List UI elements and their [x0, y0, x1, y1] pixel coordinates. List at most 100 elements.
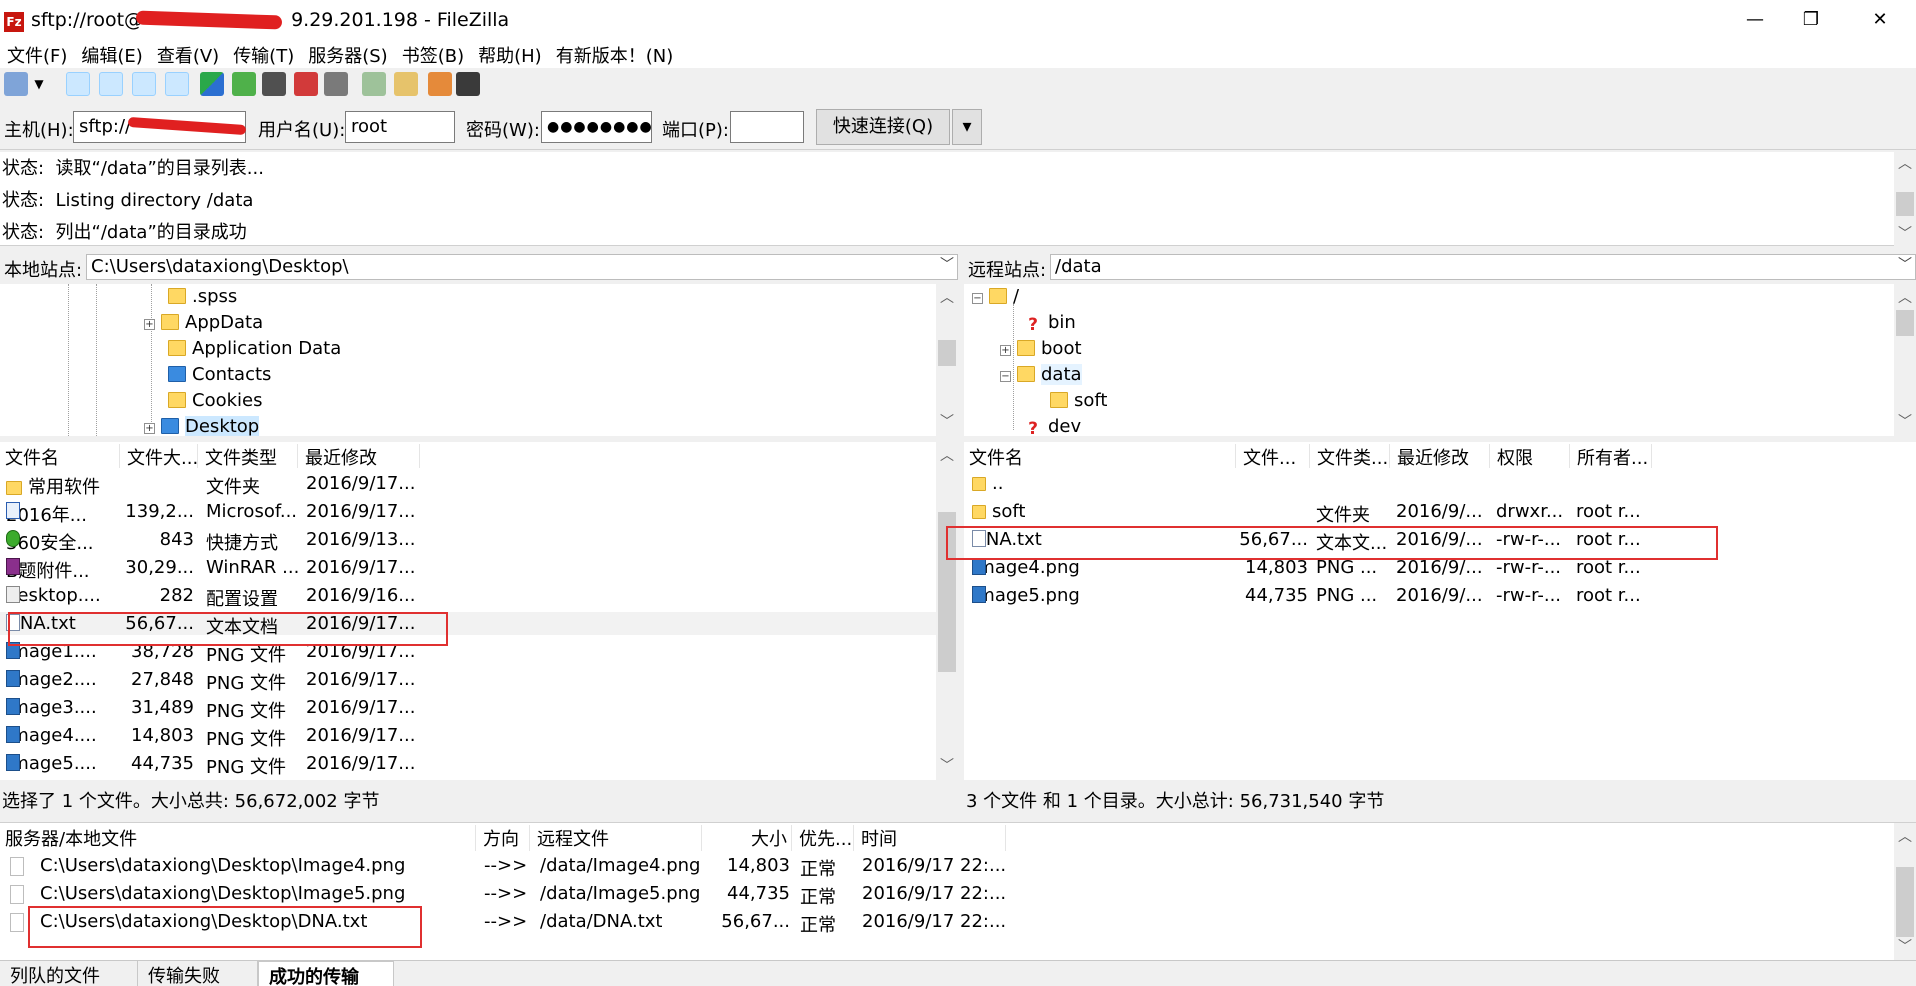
- compare-icon[interactable]: [394, 72, 418, 96]
- tab-queued-files[interactable]: 列队的文件: [0, 961, 138, 986]
- file-row[interactable]: Image3.... 31,489 PNG 文件 2016/9/17...: [0, 696, 958, 722]
- chevron-down-icon[interactable]: ﹀: [1898, 254, 1912, 274]
- menu-new-version[interactable]: 有新版本！(N): [549, 40, 681, 70]
- search-icon[interactable]: [456, 72, 480, 96]
- tree-item[interactable]: Cookies: [168, 390, 262, 411]
- remote-tree-scrollbar[interactable]: ︿ ﹀: [1894, 284, 1916, 436]
- file-row[interactable]: Image4.... 14,803 PNG 文件 2016/9/17...: [0, 724, 958, 750]
- file-row[interactable]: soft 文件夹 2016/9/... drwxr... root r...: [964, 500, 1916, 526]
- scroll-up-icon[interactable]: ︿: [1894, 827, 1916, 847]
- column-header-name[interactable]: 文件名: [964, 444, 1236, 468]
- toggle-local-tree-icon[interactable]: [99, 72, 123, 96]
- queue-scrollbar[interactable]: ︿ ﹀: [1894, 823, 1916, 961]
- site-manager-icon[interactable]: [4, 72, 28, 96]
- refresh-icon[interactable]: [200, 72, 224, 96]
- menu-file[interactable]: 文件(F): [0, 40, 74, 70]
- menu-bookmarks[interactable]: 书签(B): [395, 40, 471, 70]
- scroll-down-icon[interactable]: ﹀: [1894, 224, 1916, 244]
- collapse-icon[interactable]: −: [972, 293, 983, 304]
- tab-failed-transfers[interactable]: 传输失败: [138, 961, 258, 986]
- file-row[interactable]: 常用软件 文件夹 2016/9/17...: [0, 472, 958, 498]
- scroll-thumb[interactable]: [1896, 192, 1914, 216]
- column-header-type[interactable]: 文件类...: [1312, 444, 1390, 468]
- file-row[interactable]: 360安全... 843 快捷方式 2016/9/13...: [0, 528, 958, 554]
- quickconnect-dropdown-button[interactable]: ▾: [952, 109, 982, 145]
- collapse-icon[interactable]: −: [1000, 371, 1011, 382]
- process-queue-icon[interactable]: [232, 72, 256, 96]
- tree-item-data[interactable]: − data: [1000, 364, 1082, 385]
- tree-item[interactable]: .spss: [168, 286, 237, 307]
- toggle-remote-tree-icon[interactable]: [132, 72, 156, 96]
- cancel-icon[interactable]: [262, 72, 286, 96]
- file-row[interactable]: desktop.... 282 配置设置 2016/9/16...: [0, 584, 958, 610]
- tree-item[interactable]: − /: [972, 286, 1019, 307]
- minimize-button[interactable]: —: [1727, 0, 1783, 40]
- scroll-down-icon[interactable]: ﹀: [1894, 937, 1916, 957]
- file-row[interactable]: ..: [964, 472, 1916, 495]
- column-header-size[interactable]: 文件大...: [122, 444, 198, 468]
- column-header-modified[interactable]: 最近修改: [1392, 444, 1490, 468]
- tree-item[interactable]: + AppData: [144, 312, 263, 333]
- quickconnect-button[interactable]: 快速连接(Q): [816, 109, 950, 145]
- menu-server[interactable]: 服务器(S): [301, 40, 394, 70]
- menu-view[interactable]: 查看(V): [150, 40, 226, 70]
- menu-edit[interactable]: 编辑(E): [74, 40, 149, 70]
- directory-filter-icon[interactable]: [362, 72, 386, 96]
- tree-item[interactable]: + boot: [1000, 338, 1082, 359]
- scroll-up-icon[interactable]: ︿: [1894, 154, 1916, 174]
- tree-item[interactable]: ? dev: [1024, 416, 1081, 436]
- file-row[interactable]: Image5.png 44,735 PNG ... 2016/9/... -rw-r-.…: [964, 584, 1916, 607]
- toggle-queue-icon[interactable]: [165, 72, 189, 96]
- username-input[interactable]: root: [345, 111, 455, 143]
- scroll-thumb[interactable]: [1896, 310, 1914, 336]
- column-header-owner[interactable]: 所有者...: [1572, 444, 1652, 468]
- file-row[interactable]: Image5.... 44,735 PNG 文件 2016/9/17...: [0, 752, 958, 778]
- port-input[interactable]: [730, 111, 804, 143]
- scroll-down-icon[interactable]: ﹀: [936, 412, 958, 432]
- disconnect-icon[interactable]: [294, 72, 318, 96]
- expand-icon[interactable]: +: [144, 423, 155, 434]
- local-list-scrollbar[interactable]: ︿ ﹀: [936, 442, 958, 780]
- tree-item[interactable]: Contacts: [168, 364, 271, 385]
- file-row[interactable]: 2016年... 139,2... Microsof... 2016/9/17...: [0, 500, 958, 526]
- tree-item[interactable]: Application Data: [168, 338, 341, 359]
- scroll-up-icon[interactable]: ︿: [1894, 288, 1916, 308]
- log-scrollbar[interactable]: ︿ ﹀: [1894, 152, 1916, 246]
- column-header-priority[interactable]: 优先...: [794, 825, 854, 851]
- maximize-button[interactable]: ❐: [1783, 0, 1839, 40]
- column-header-remote-file[interactable]: 远程文件: [532, 825, 702, 851]
- column-header-type[interactable]: 文件类型: [200, 444, 298, 468]
- column-header-local-file[interactable]: 服务器/本地文件: [0, 825, 476, 851]
- local-tree-scrollbar[interactable]: ︿ ﹀: [936, 284, 958, 436]
- tab-successful-transfers[interactable]: 成功的传输 (3): [258, 961, 394, 986]
- site-manager-dropdown-icon[interactable]: ▼: [32, 72, 46, 96]
- column-header-permissions[interactable]: 权限: [1492, 444, 1570, 468]
- toggle-log-icon[interactable]: [66, 72, 90, 96]
- column-header-time[interactable]: 时间: [856, 825, 1006, 851]
- file-row[interactable]: Image2.... 27,848 PNG 文件 2016/9/17...: [0, 668, 958, 694]
- password-input[interactable]: ●●●●●●●●: [541, 111, 652, 143]
- column-header-size[interactable]: 大小: [704, 825, 792, 851]
- tree-item-desktop[interactable]: + Desktop: [144, 416, 260, 436]
- chevron-down-icon[interactable]: ﹀: [940, 254, 954, 274]
- close-button[interactable]: ✕: [1852, 0, 1908, 40]
- column-header-name[interactable]: 文件名: [0, 444, 120, 468]
- scroll-down-icon[interactable]: ﹀: [1894, 412, 1916, 432]
- column-header-modified[interactable]: 最近修改: [300, 444, 420, 468]
- tree-item[interactable]: soft: [1050, 390, 1107, 411]
- reconnect-icon[interactable]: [324, 72, 348, 96]
- sync-browse-icon[interactable]: [428, 72, 452, 96]
- menu-help[interactable]: 帮助(H): [471, 40, 549, 70]
- column-header-size[interactable]: 文件...: [1238, 444, 1310, 468]
- scroll-up-icon[interactable]: ︿: [936, 446, 958, 466]
- scroll-thumb[interactable]: [1896, 867, 1914, 937]
- expand-icon[interactable]: +: [1000, 345, 1011, 356]
- scroll-thumb[interactable]: [938, 340, 956, 366]
- file-row[interactable]: B题附件... 30,29... WinRAR ... 2016/9/17...: [0, 556, 958, 582]
- menu-transfer[interactable]: 传输(T): [226, 40, 301, 70]
- local-path-input[interactable]: C:\Users\dataxiong\Desktop\: [86, 254, 958, 280]
- column-header-direction[interactable]: 方向: [478, 825, 530, 851]
- tree-item[interactable]: ? bin: [1024, 312, 1076, 335]
- scroll-down-icon[interactable]: ﹀: [936, 756, 958, 776]
- expand-icon[interactable]: +: [144, 319, 155, 330]
